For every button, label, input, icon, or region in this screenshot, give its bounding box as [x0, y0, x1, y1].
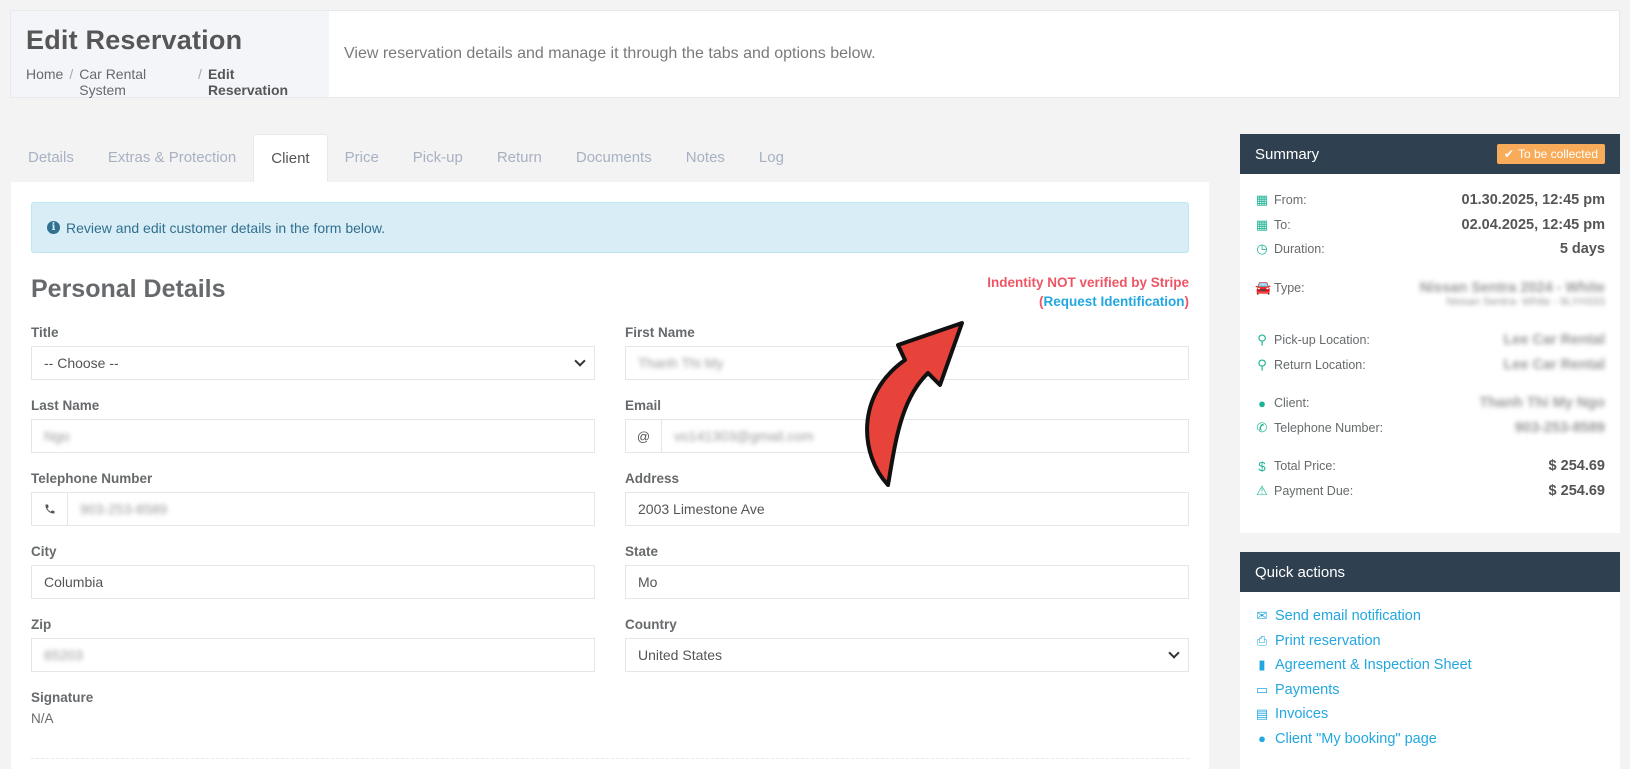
payments-action[interactable]: ▭ Payments — [1255, 678, 1605, 703]
page-description: View reservation details and manage it t… — [344, 45, 876, 62]
page-title: Edit Reservation — [26, 25, 243, 55]
tab-notes[interactable]: Notes — [669, 134, 742, 182]
quick-actions-panel: Quick actions ✉ Send email notification … — [1240, 552, 1620, 769]
zip-input[interactable]: 65203 — [31, 638, 595, 672]
invoices-action[interactable]: ▤ Invoices — [1255, 702, 1605, 727]
summary-return: ⚲ Return Location: Lee Car Rental — [1255, 353, 1605, 378]
breadcrumb: Home / Car Rental System / Edit Reservat… — [26, 66, 314, 98]
summary-to: ▦ To: 02.04.2025, 12:45 pm — [1255, 216, 1605, 233]
send-email-action[interactable]: ✉ Send email notification — [1255, 604, 1605, 629]
credit-card-icon: ▭ — [1255, 681, 1269, 697]
map-marker-icon: ⚲ — [1257, 332, 1267, 348]
phone-input[interactable]: 903-253-8589 — [31, 492, 595, 526]
print-icon: ⎙ — [1256, 632, 1268, 648]
client-booking-page-action[interactable]: ● Client "My booking" page — [1255, 727, 1605, 752]
summary-total: $ Total Price: $ 254.69 — [1255, 454, 1605, 479]
print-reservation-action[interactable]: ⎙ Print reservation — [1255, 629, 1605, 654]
breadcrumb-car-rental[interactable]: Car Rental System — [79, 66, 192, 98]
phone-icon — [32, 493, 68, 525]
country-select[interactable]: United States — [625, 638, 1189, 672]
last-name-input[interactable]: Ngo — [31, 419, 595, 453]
section-header: Personal Details Indentity NOT verified … — [31, 275, 1189, 325]
info-icon: i — [47, 221, 60, 234]
chevron-down-icon — [574, 355, 586, 367]
summary-body: ▦ From: 01.30.2025, 12:45 pm ▦ To: 02.04.2… — [1240, 174, 1620, 517]
quick-actions-header: Quick actions — [1240, 552, 1620, 592]
summary-duration: ◷ Duration: 5 days — [1256, 241, 1605, 258]
signature-field: Signature N/A — [31, 690, 595, 742]
summary-phone: ✆ Telephone Number: 903-253-8589 — [1256, 419, 1605, 436]
tab-price[interactable]: Price — [328, 134, 396, 182]
breadcrumb-current: Edit Reservation — [207, 66, 289, 98]
city-field: City Columbia — [31, 544, 595, 617]
summary-due: ⚠ Payment Due: $ 254.69 — [1256, 482, 1605, 499]
status-badge: ✔ To be collected — [1496, 144, 1605, 164]
client-panel: i Review and edit customer details in th… — [11, 182, 1209, 769]
map-marker-icon: ⚲ — [1257, 356, 1267, 372]
dollar-icon: $ — [1258, 458, 1266, 474]
tab-bar: Details Extras & Protection Client Price… — [11, 134, 801, 182]
tab-return[interactable]: Return — [480, 134, 559, 182]
summary-client: ● Client: Thanh Thi My Ngo — [1255, 391, 1605, 416]
identity-warning: Indentity NOT verified by Stripe — [987, 275, 1189, 290]
title-field: Title -- Choose -- — [31, 325, 595, 398]
city-input[interactable]: Columbia — [31, 565, 595, 599]
chevron-down-icon — [1168, 647, 1180, 659]
check-icon: ✔ — [1503, 147, 1514, 161]
tab-extras[interactable]: Extras & Protection — [91, 134, 253, 182]
phone-field: Telephone Number 903-253-8589 — [31, 471, 595, 544]
vehicle-subtitle: Nissan Sentra- White - 9LYH333 — [1446, 296, 1605, 308]
summary-pickup: ⚲ Pick-up Location: Lee Car Rental — [1255, 328, 1605, 353]
file-text-icon: ▤ — [1255, 706, 1269, 722]
tab-documents[interactable]: Documents — [559, 134, 669, 182]
title-select[interactable]: -- Choose -- — [31, 346, 595, 380]
quick-actions-title: Quick actions — [1255, 563, 1346, 581]
identity-status: Indentity NOT verified by Stripe (Reques… — [987, 275, 1189, 309]
calendar-icon: ▦ — [1255, 192, 1269, 208]
personal-details-form: Title -- Choose -- First Name Thanh Thi … — [31, 325, 1189, 742]
last-name-field: Last Name Ngo — [31, 398, 595, 471]
header-title-area: Edit Reservation Home / Car Rental Syste… — [11, 11, 329, 98]
country-field: Country United States — [625, 617, 1189, 690]
at-icon: @ — [626, 420, 662, 452]
summary-header: Summary ✔ To be collected — [1240, 134, 1620, 174]
user-icon: ● — [1258, 395, 1266, 411]
red-arrow-annotation — [865, 321, 964, 487]
info-alert: i Review and edit customer details in th… — [31, 202, 1189, 253]
file-icon: ▮ — [1258, 657, 1266, 673]
alert-text: Review and edit customer details in the … — [66, 219, 386, 236]
address-input[interactable]: 2003 Limestone Ave — [625, 492, 1189, 526]
car-icon: 🚘 — [1255, 279, 1272, 295]
tab-details[interactable]: Details — [11, 134, 91, 182]
tab-pickup[interactable]: Pick-up — [396, 134, 480, 182]
agreement-sheet-action[interactable]: ▮ Agreement & Inspection Sheet — [1255, 653, 1605, 678]
state-field: State Mo — [625, 544, 1189, 617]
state-input[interactable]: Mo — [625, 565, 1189, 599]
page-header: Edit Reservation Home / Car Rental Syste… — [10, 10, 1620, 98]
calendar-icon: ▦ — [1255, 216, 1269, 232]
summary-panel: Summary ✔ To be collected ▦ From: 01.30.2… — [1240, 134, 1620, 533]
divider — [31, 758, 1189, 759]
user-icon: ● — [1258, 731, 1266, 747]
clock-icon: ◷ — [1256, 241, 1268, 257]
tab-log[interactable]: Log — [742, 134, 801, 182]
warning-icon: ⚠ — [1256, 482, 1268, 498]
request-identification-link[interactable]: Request Identification — [1043, 294, 1184, 309]
signature-value: N/A — [31, 711, 54, 726]
tab-client[interactable]: Client — [253, 134, 328, 182]
summary-from: ▦ From: 01.30.2025, 12:45 pm — [1255, 192, 1605, 209]
breadcrumb-home[interactable]: Home — [26, 66, 63, 98]
envelope-icon: ✉ — [1256, 608, 1268, 624]
zip-field: Zip 65203 — [31, 617, 595, 690]
quick-actions-list: ✉ Send email notification ⎙ Print reserv… — [1240, 592, 1620, 763]
phone-icon: ✆ — [1256, 419, 1268, 435]
summary-title: Summary — [1255, 145, 1320, 163]
